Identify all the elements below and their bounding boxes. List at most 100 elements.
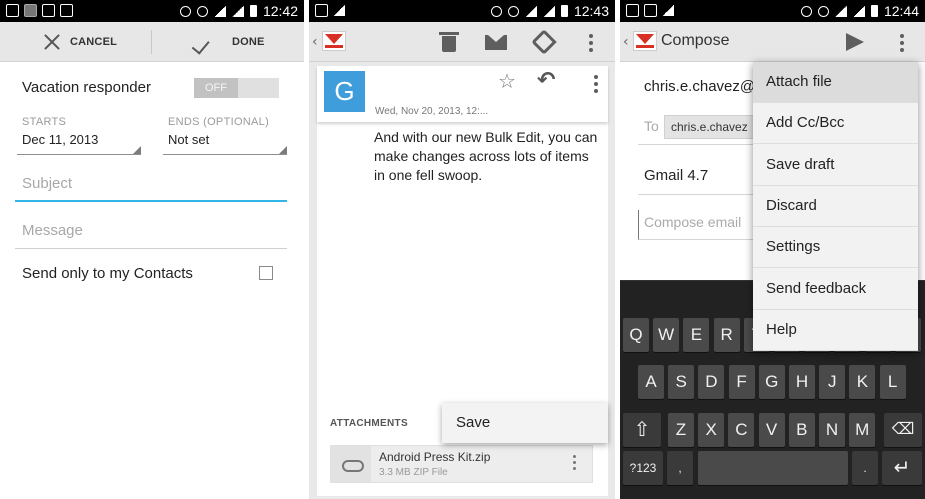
menu-item-label: Add Cc/Bcc [766,114,845,132]
overflow-menu-icon[interactable] [589,34,593,38]
wifi-icon [524,5,537,17]
menu-item-discard[interactable]: Discard [753,186,918,227]
backspace-key[interactable]: ⌫ [884,413,922,447]
cancel-button[interactable]: CANCEL [44,22,117,62]
alarm-icon [196,5,208,17]
key-s[interactable]: S [668,365,695,399]
body-line: And with our new Bulk Edit, you can [374,129,598,145]
status-bar: 12:43 [309,0,615,22]
back-icon[interactable]: ‹ [312,34,318,50]
gmail-logo-icon[interactable] [322,31,346,51]
star-icon[interactable]: ☆ [498,69,516,93]
start-date-spinner[interactable]: Dec 11, 2013 [22,132,98,147]
trash-icon[interactable] [439,32,459,52]
status-bar: 12:42 [0,0,304,22]
key-d[interactable]: D [698,365,725,399]
starts-label: STARTS [22,116,67,128]
compose-title: Compose [661,32,730,49]
body-line: in one fell swoop. [374,167,483,183]
ends-label: ENDS (OPTIONAL) [168,116,270,128]
end-date-spinner[interactable]: Not set [168,132,209,147]
sender-avatar[interactable]: G [324,71,365,112]
screenshot-stage: 12:42 CANCEL DONE Vacation responder OFF… [0,0,925,499]
toggle-state: OFF [194,78,238,98]
space-key[interactable] [698,451,848,485]
done-button[interactable]: DONE [200,22,265,62]
key-m[interactable]: M [849,413,876,447]
battery-icon [560,5,568,17]
attachment-meta: 3.3 MB ZIP File [379,467,448,478]
message-header: G Wed, Nov 20, 2013, 12:... ☆ ↶ [317,66,608,122]
overflow-menu-icon[interactable] [900,34,904,38]
subject-input[interactable]: Subject [15,172,287,202]
recipient-chip[interactable]: chris.e.chavez [664,115,755,139]
menu-item-help[interactable]: Help [753,310,918,351]
key-b[interactable]: B [788,413,815,447]
notification-icon [24,4,37,17]
key-g[interactable]: G [758,365,785,399]
menu-item-label: Save draft [766,155,835,173]
message-overflow-icon[interactable] [594,75,598,79]
label-icon[interactable] [531,29,557,55]
message-view-screen: 12:43 ‹ G Wed, Nov 20, 2013, 12:... ☆ ↶ … [309,0,615,499]
menu-item-add-cc-bcc[interactable]: Add Cc/Bcc [753,103,918,145]
compose-screen: 12:44 ‹ Compose chris.e.chavez@ To chris… [620,0,925,499]
battery-icon [249,5,257,17]
vacation-responder-screen: 12:42 CANCEL DONE Vacation responder OFF… [0,0,304,499]
signal-icon [542,5,555,17]
notification-icon [42,4,55,17]
done-label: DONE [232,36,265,48]
contacts-only-checkbox[interactable] [259,266,273,280]
key-r[interactable]: R [713,318,740,352]
period-key[interactable]: . [852,451,878,485]
key-j[interactable]: J [819,365,846,399]
symbols-key[interactable]: ?123 [623,451,663,485]
key-l[interactable]: L [879,365,906,399]
key-a[interactable]: A [638,365,664,399]
key-f[interactable]: F [728,365,755,399]
key-e[interactable]: E [683,318,710,352]
key-n[interactable]: N [819,413,845,447]
attachment-item[interactable]: Android Press Kit.zip 3.3 MB ZIP File [330,445,593,483]
back-icon[interactable]: ‹ [623,34,629,50]
message-input[interactable]: Message [15,219,287,249]
shift-key[interactable]: ⇧ [623,413,661,447]
status-time: 12:43 [573,3,609,19]
bluetooth-icon [800,5,812,17]
comma-key[interactable]: , [667,451,693,485]
menu-item-settings[interactable]: Settings [753,227,918,269]
key-h[interactable]: H [789,365,815,399]
from-account[interactable]: chris.e.chavez@ [644,78,755,95]
bluetooth-icon [179,5,191,17]
save-menu-item[interactable]: Save [442,403,608,443]
menu-item-send-feedback[interactable]: Send feedback [753,269,918,310]
bluetooth-icon [490,5,502,17]
key-x[interactable]: X [698,413,725,447]
save-label: Save [456,414,491,431]
status-time: 12:44 [883,3,919,19]
key-c[interactable]: C [728,413,755,447]
attachment-overflow-icon[interactable] [573,455,576,458]
menu-item-attach-file[interactable]: Attach file [753,62,918,103]
menu-item-save-draft[interactable]: Save draft [753,145,918,186]
reply-icon[interactable]: ↶ [537,68,555,93]
key-k[interactable]: K [849,365,876,399]
start-date-dropdown[interactable] [17,146,141,155]
mail-icon[interactable] [485,35,507,50]
vacation-toggle[interactable]: OFF [194,78,279,98]
key-w[interactable]: W [653,318,680,352]
wifi-icon [834,5,847,17]
alarm-icon [507,5,519,17]
key-v[interactable]: V [758,413,785,447]
gmail-logo-icon[interactable] [633,31,657,51]
enter-key[interactable]: ↵ [882,451,922,485]
notification-icon [662,5,674,16]
key-z[interactable]: Z [668,413,694,447]
send-icon[interactable] [846,33,864,51]
subject-field[interactable]: Gmail 4.7 [644,167,708,184]
key-q[interactable]: Q [623,318,649,352]
notification-icon [626,4,639,17]
end-date-dropdown[interactable] [163,146,287,155]
menu-item-label: Help [766,320,797,338]
divider [151,30,152,54]
